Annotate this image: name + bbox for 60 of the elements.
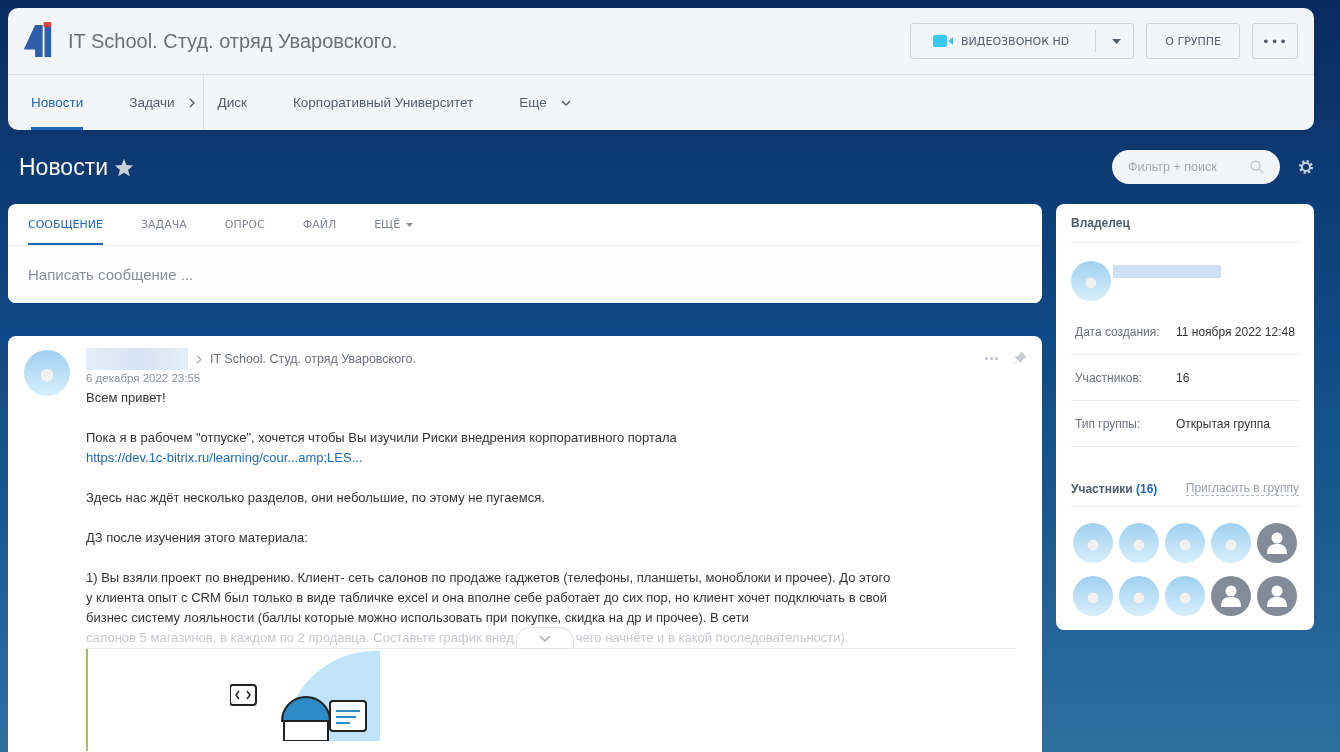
nav-tab[interactable]: Диск <box>217 75 247 130</box>
post-paragraph: Здесь нас ждёт несколько разделов, они небольшие, по этому не пугаемся. <box>86 489 546 507</box>
composer-card[interactable]: СООБЩЕНИЕ ЗАДАЧА ОПРОС ФАЙЛ ЕЩЁ Написать сообщение ... <box>8 204 1042 303</box>
post-destination[interactable]: IT School. Студ. отряд Уваровского. <box>210 352 416 366</box>
caret-icon <box>406 222 414 227</box>
info-value: Открытая группа <box>1176 416 1270 431</box>
star-icon[interactable] <box>114 157 135 177</box>
post-paragraph: Пока я в рабочем "отпуске", хочется чтобы Вы изучили Риски внедрения корпоративного портала https://dev.1c-bitrix.ru/learning/cour...amp;LES... <box>86 429 678 467</box>
post-paragraph: Всем привет! <box>86 389 167 407</box>
post-paragraph: ДЗ после изучения этого материала: <box>86 529 309 547</box>
info-label: Дата создания: <box>1075 324 1161 339</box>
about-group-button[interactable]: О ГРУППЕ <box>1146 23 1240 59</box>
composer-tab[interactable]: ОПРОС <box>224 204 265 245</box>
member-avatar[interactable] <box>1257 576 1297 616</box>
filter-search-field[interactable]: Фильтр + поиск <box>1112 150 1280 184</box>
composer-tab[interactable]: ЗАДАЧА <box>141 204 187 245</box>
filter-input[interactable]: Фильтр + поиск <box>1126 159 1250 175</box>
pin-icon[interactable] <box>1014 352 1026 364</box>
chevron-down-icon <box>538 634 551 642</box>
composer-tab[interactable]: ЕЩЁ <box>374 204 414 245</box>
more-button[interactable]: ••• <box>1252 23 1298 59</box>
member-avatar[interactable] <box>1073 523 1113 563</box>
link[interactable]: https://dev.1c-bitrix.ru/learning/cour...amp;LES... <box>86 450 363 465</box>
info-label: Тип группы: <box>1075 416 1142 431</box>
video-call-button[interactable]: ВИДЕОЗВОНОК HD <box>910 23 1135 59</box>
info-value: 11 ноября 2022 12:48 <box>1176 324 1295 339</box>
member-avatar[interactable] <box>1119 576 1159 616</box>
nav-tab[interactable]: Корпоративный Университет <box>292 75 474 130</box>
composer-tab[interactable]: ФАЙЛ <box>302 204 337 245</box>
post-date[interactable]: 6 декабря 2022 23:55 <box>86 372 1016 384</box>
member-avatar[interactable] <box>1211 523 1251 563</box>
member-avatar[interactable] <box>1211 576 1251 616</box>
settings-icon[interactable] <box>1298 159 1314 175</box>
post-paragraph: 1) Вы взяли проект по внедрению. Клиент- сеть салонов по продаже гаджетов (телефоны, планшеты, моноблоки и прочее). До этого у клиента опыт с CRM был только в виде табличке excel и она вполне себе работает до сих пор, но клиент хочет подключать в свой бизнес систему лояльности (баллы которые можно использовать при покупке, скидка на др и прочее). В сети <box>86 569 892 627</box>
faded-text: чего начнёте и в какой последовательности). <box>575 629 849 647</box>
owner-heading: Владелец <box>1071 204 1299 243</box>
nav-tab[interactable]: Новости <box>31 75 84 130</box>
members-heading: Участники (16) <box>1071 481 1158 496</box>
info-label: Участников: <box>1075 370 1144 385</box>
chevron-right-icon <box>196 354 202 364</box>
camera-icon <box>933 35 954 47</box>
more-icon[interactable] <box>985 356 998 360</box>
faded-text: салонов 5 магазинов, в каждом по 2 продавца. Составьте график внед <box>86 629 514 647</box>
search-icon <box>1250 160 1264 174</box>
author-avatar <box>24 350 70 396</box>
member-avatar[interactable] <box>1119 523 1159 563</box>
nav-tab[interactable]: Задачи <box>129 75 195 130</box>
member-avatar[interactable] <box>1165 576 1205 616</box>
member-avatar[interactable] <box>1073 576 1113 616</box>
page-title: Новости <box>19 153 109 181</box>
nav-tab[interactable]: Еще <box>519 75 571 130</box>
member-avatar[interactable] <box>1165 523 1205 563</box>
caret-icon <box>1112 38 1122 44</box>
info-value: 16 <box>1176 370 1190 385</box>
expand-button[interactable] <box>515 627 574 649</box>
chevron-right-icon <box>188 97 195 108</box>
group-title: IT School. Студ. отряд Уваровского. <box>68 29 398 53</box>
member-avatar[interactable] <box>1257 523 1297 563</box>
chevron-down-icon <box>560 99 571 106</box>
owner-avatar <box>1071 261 1111 301</box>
